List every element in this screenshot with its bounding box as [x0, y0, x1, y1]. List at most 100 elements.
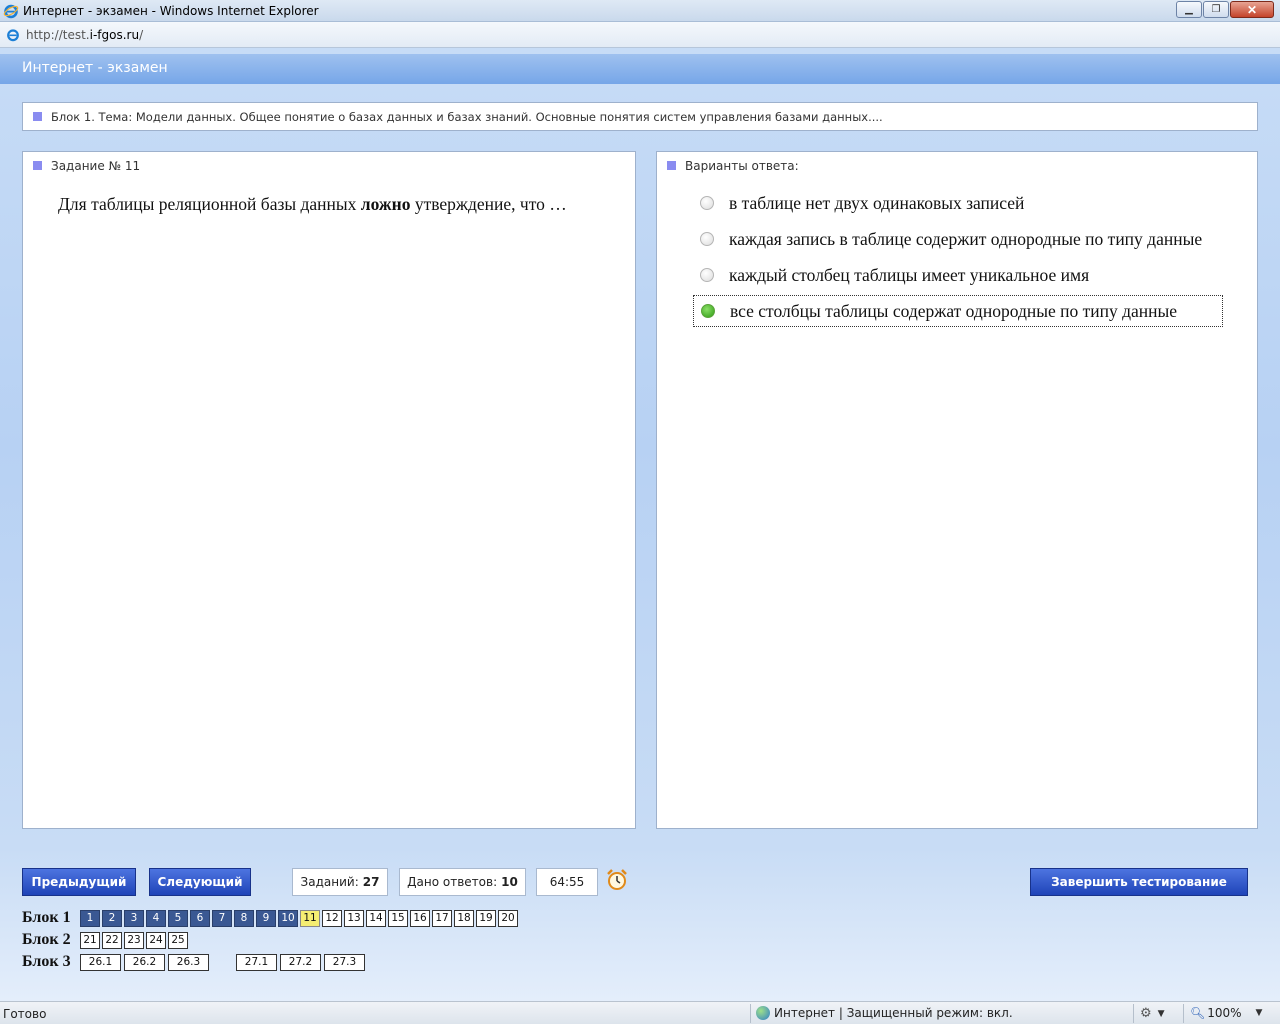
- chevron-down-icon: ▼: [1255, 1008, 1263, 1018]
- address-bar[interactable]: http://test.i-fgos.ru/: [0, 22, 1280, 48]
- question-nav-cell[interactable]: 24: [146, 931, 166, 949]
- finish-test-button[interactable]: Завершить тестирование: [1030, 868, 1248, 896]
- block-label: Блок 3: [22, 953, 71, 970]
- answer-option[interactable]: каждая запись в таблице содержит однород…: [693, 223, 1223, 255]
- question-nav-cell[interactable]: 18: [454, 909, 474, 927]
- question-nav-cell[interactable]: 9: [256, 909, 276, 927]
- question-nav-cell[interactable]: 4: [146, 909, 166, 927]
- tasks-count-box: Заданий: 27: [292, 868, 388, 896]
- question-nav-cell[interactable]: 19: [476, 909, 496, 927]
- status-divider: [1183, 1004, 1184, 1023]
- app-header: Интернет - экзамен: [0, 54, 1280, 84]
- status-bar: Готово Интернет | Защищенный режим: вкл.…: [0, 1001, 1280, 1024]
- app-title: Интернет - экзамен: [22, 60, 168, 76]
- internet-explorer-icon: [3, 4, 19, 18]
- address-url[interactable]: http://test.i-fgos.ru/: [26, 28, 143, 42]
- task-panel: Задание № 11 Для таблицы реляционной баз…: [22, 151, 636, 829]
- question-nav-cell[interactable]: 26.1: [80, 953, 121, 971]
- question-nav-cell[interactable]: 14: [366, 909, 386, 927]
- question-nav-cell[interactable]: 17: [432, 909, 452, 927]
- close-icon: ✕: [1246, 2, 1258, 17]
- question-nav-cell[interactable]: 21: [80, 931, 100, 949]
- question-nav-cell[interactable]: 7: [212, 909, 232, 927]
- bullet-icon: [33, 112, 42, 121]
- timer-value: 64:55: [549, 875, 585, 889]
- answer-text: каждая запись в таблице содержит однород…: [729, 228, 1203, 249]
- close-window-button[interactable]: ✕: [1230, 1, 1274, 18]
- question-nav-cell[interactable]: 2: [102, 909, 122, 927]
- block-topic-bar: Блок 1. Тема: Модели данных. Общее понят…: [22, 102, 1258, 131]
- block-1-row: Блок 1 1 2 3 4 5 6 7 8 9 10 11 12 13 14 15 16 17 18 19 20: [22, 909, 520, 927]
- radio-button[interactable]: [700, 268, 714, 282]
- status-divider: [750, 1004, 751, 1023]
- question-before: Для таблицы реляционной базы данных: [58, 194, 361, 214]
- question-bold: ложно: [360, 194, 411, 214]
- answer-option[interactable]: каждый столбец таблицы имеет уникальное …: [693, 259, 1223, 291]
- answer-text: каждый столбец таблицы имеет уникальное …: [729, 264, 1090, 285]
- question-nav-cell[interactable]: 23: [124, 931, 144, 949]
- security-zone[interactable]: Интернет | Защищенный режим: вкл.: [756, 1006, 1013, 1020]
- question-nav-cell[interactable]: 16: [410, 909, 430, 927]
- protected-mode-toggle[interactable]: ⚙ ▼: [1140, 1006, 1165, 1021]
- question-nav-cell[interactable]: 12: [322, 909, 342, 927]
- zoom-level: 100%: [1207, 1006, 1242, 1020]
- timer-box: 64:55: [536, 868, 598, 896]
- url-suffix: /: [139, 27, 144, 42]
- question-nav-cell[interactable]: 3: [124, 909, 144, 927]
- tasks-count-value: 27: [362, 875, 380, 889]
- restore-icon: ❐: [1211, 4, 1221, 15]
- question-nav-cell[interactable]: 22: [102, 931, 122, 949]
- question-nav-cell[interactable]: 27.3: [324, 953, 365, 971]
- settings-icon: ⚙: [1140, 1006, 1152, 1021]
- security-zone-text: Интернет | Защищенный режим: вкл.: [774, 1006, 1013, 1020]
- window-title: Интернет - экзамен - Windows Internet Ex…: [23, 3, 319, 18]
- answer-option-selected[interactable]: все столбцы таблицы содержат однородные …: [693, 295, 1223, 327]
- minimize-icon: ▁: [1185, 4, 1193, 15]
- window-controls: ▁ ❐ ✕: [1175, 1, 1274, 18]
- window-titlebar: Интернет - экзамен - Windows Internet Ex…: [0, 0, 1280, 22]
- question-nav-cell[interactable]: 26.2: [124, 953, 165, 971]
- radio-button-selected[interactable]: [701, 304, 715, 318]
- question-nav-cell[interactable]: 11: [300, 909, 320, 927]
- question-nav-cell[interactable]: 10: [278, 909, 298, 927]
- answered-count-box: Дано ответов: 10: [399, 868, 526, 896]
- minimize-button[interactable]: ▁: [1176, 1, 1202, 18]
- question-nav-cell[interactable]: 15: [388, 909, 408, 927]
- question-nav-cell[interactable]: 25: [168, 931, 188, 949]
- block-3-cells-a: 26.1 26.2 26.3: [80, 953, 212, 971]
- question-after: утверждение, что …: [410, 194, 567, 214]
- radio-button[interactable]: [700, 232, 714, 246]
- tasks-count-label: Заданий:: [300, 875, 359, 889]
- zoom-control[interactable]: 🔍︎ 100% ▼: [1190, 1006, 1262, 1020]
- previous-button[interactable]: Предыдущий: [22, 868, 136, 896]
- question-nav-cell[interactable]: 27.2: [280, 953, 321, 971]
- page-icon: [7, 28, 19, 41]
- question-nav-cell[interactable]: 1: [80, 909, 100, 927]
- exam-app: Интернет - экзамен Блок 1. Тема: Модели …: [0, 48, 1280, 1001]
- block-topic-text: Блок 1. Тема: Модели данных. Общее понят…: [51, 110, 883, 124]
- answers-label: Варианты ответа:: [685, 159, 799, 173]
- block-label: Блок 1: [22, 909, 71, 926]
- question-nav-cell[interactable]: 5: [168, 909, 188, 927]
- question-nav-cell[interactable]: 26.3: [168, 953, 209, 971]
- question-nav-cell[interactable]: 20: [498, 909, 518, 927]
- block-1-cells: 1 2 3 4 5 6 7 8 9 10 11 12 13 14 15 16 17 18 19 20: [80, 909, 520, 927]
- block-2-cells: 21 22 23 24 25: [80, 931, 190, 949]
- answer-option[interactable]: в таблице нет двух одинаковых записей: [693, 187, 1223, 219]
- zoom-icon: 🔍︎: [1190, 1006, 1206, 1020]
- status-text: Готово: [3, 1007, 47, 1021]
- question-nav-cell[interactable]: 8: [234, 909, 254, 927]
- block-3-row: Блок 3 26.1 26.2 26.3 27.1 27.2 27.3: [22, 953, 368, 971]
- answers-panel: Варианты ответа: в таблице нет двух один…: [656, 151, 1258, 829]
- status-divider: [1133, 1004, 1134, 1023]
- bullet-icon: [33, 161, 42, 170]
- question-nav-cell[interactable]: 6: [190, 909, 210, 927]
- maximize-button[interactable]: ❐: [1203, 1, 1229, 18]
- radio-button[interactable]: [700, 196, 714, 210]
- question-nav-cell[interactable]: 27.1: [236, 953, 277, 971]
- question-nav-cell[interactable]: 13: [344, 909, 364, 927]
- next-button[interactable]: Следующий: [149, 868, 251, 896]
- answered-count-label: Дано ответов:: [407, 875, 498, 889]
- answered-count-value: 10: [501, 875, 518, 889]
- url-prefix: http://test.: [26, 27, 90, 42]
